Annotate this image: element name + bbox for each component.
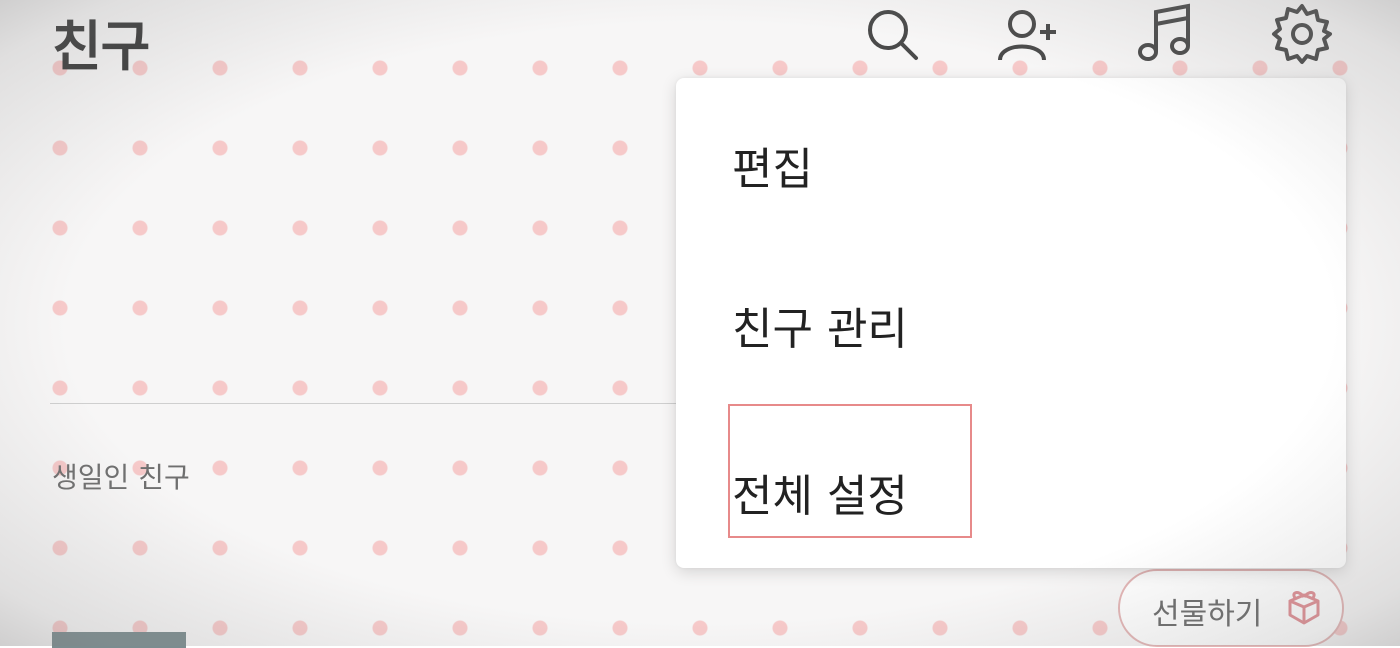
menu-item-edit[interactable]: 편집 bbox=[676, 83, 1346, 233]
music-icon[interactable] bbox=[1134, 2, 1198, 66]
search-icon[interactable] bbox=[860, 2, 924, 66]
page-title: 친구 bbox=[52, 15, 150, 78]
section-divider bbox=[50, 403, 680, 404]
add-friend-icon[interactable] bbox=[996, 2, 1060, 66]
birthday-friends-label: 생일인 친구 bbox=[52, 461, 190, 494]
menu-item-manage-friends[interactable]: 친구 관리 bbox=[676, 243, 1346, 393]
overflow-menu: 편집 친구 관리 전체 설정 bbox=[676, 78, 1346, 568]
menu-item-all-settings[interactable]: 전체 설정 bbox=[676, 410, 1346, 560]
menu-item-label: 전체 설정 bbox=[732, 471, 908, 522]
gift-icon bbox=[1284, 587, 1324, 627]
settings-icon[interactable] bbox=[1270, 2, 1334, 66]
gift-button[interactable]: 선물하기 bbox=[1118, 569, 1344, 647]
gift-button-label: 선물하기 bbox=[1152, 597, 1263, 632]
menu-item-label: 편집 bbox=[732, 144, 813, 195]
menu-item-label: 친구 관리 bbox=[732, 304, 908, 355]
